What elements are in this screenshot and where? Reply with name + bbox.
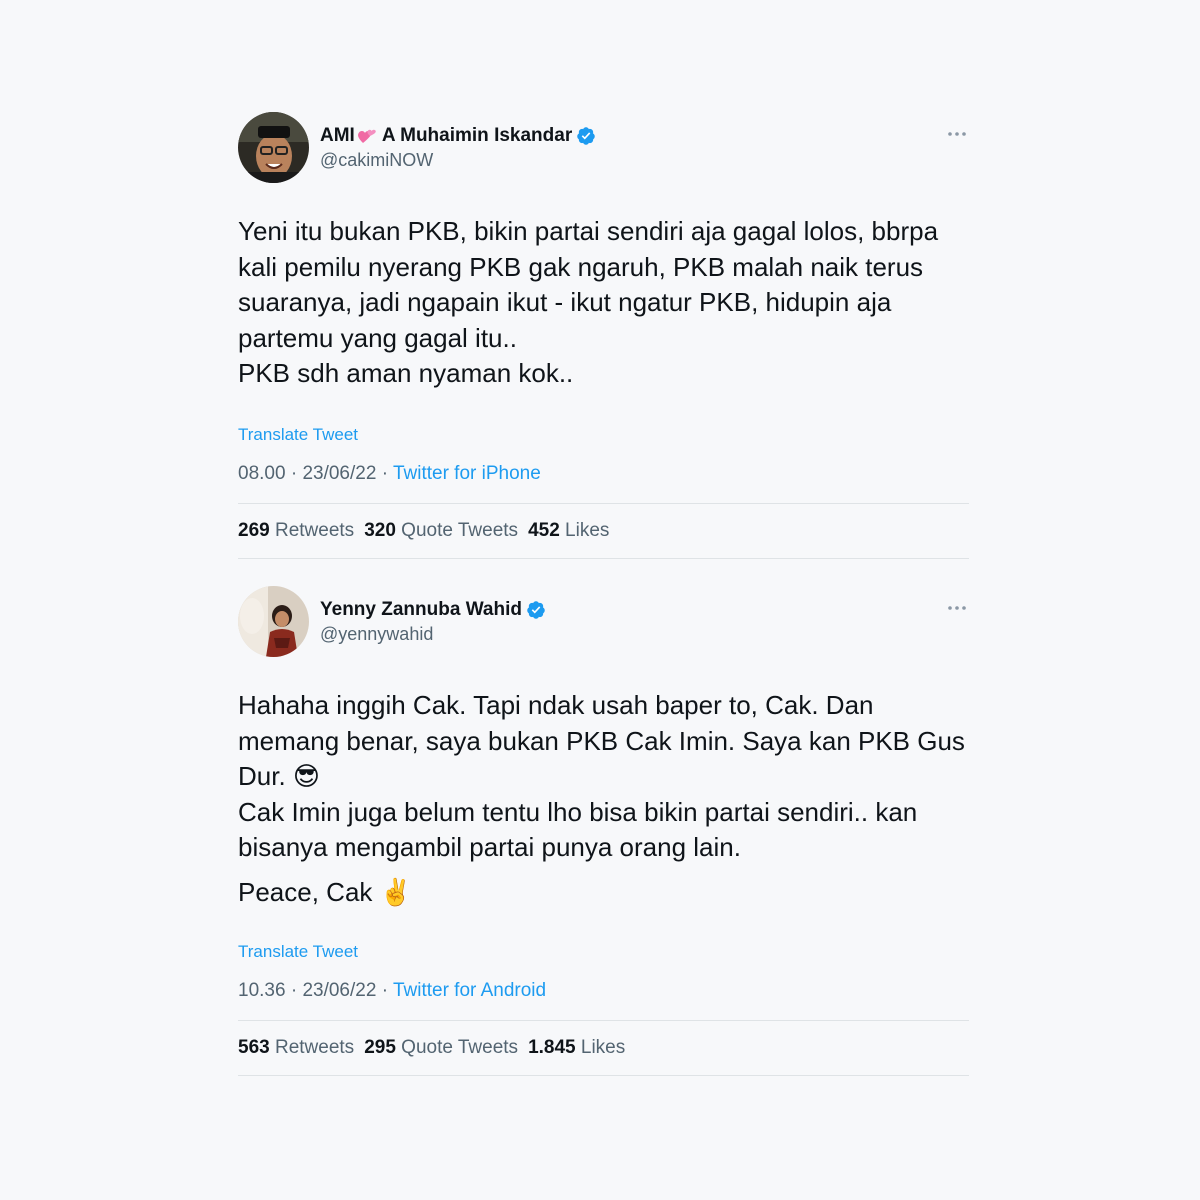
quote-tweets-count: 295 [364,1037,396,1058]
tweet-date[interactable]: 23/06/22 [302,463,376,484]
retweets-label: Retweets [274,1037,355,1058]
more-dots-icon[interactable] [947,130,967,138]
tweet-header: Yenny Zannuba Wahid @yennywahid [238,586,969,658]
retweets-stat[interactable]: 563 Retweets [238,1037,354,1059]
tweet-text-line: Cak Imin juga belum tentu lho bisa bikin… [238,796,918,863]
likes-count: 452 [528,519,560,541]
meta-separator: · [290,462,303,484]
divider [238,557,969,559]
tweet-2: Yenny Zannuba Wahid @yennywahid Hahaha i… [238,586,969,1076]
retweets-stat[interactable]: 269 Retweets [238,520,354,542]
sunglasses-emoji-icon: 😎 [292,761,321,791]
tweet-header: AMI A Muhaimin Iskandar @cakimiNOW [238,112,969,184]
victory-hand-emoji-icon: ✌️ [379,876,413,907]
quote-tweets-stat[interactable]: 320 Quote Tweets [364,520,518,542]
display-name-rest: A Muhaimin Iskandar [381,125,573,146]
verified-badge-icon [577,127,595,145]
avatar[interactable] [238,586,309,657]
tweet-text: Yeni itu bukan PKB, bikin partai sendiri… [238,214,969,392]
tweet-meta: 08.00 · 23/06/22 · Twitter for iPhone [238,462,969,486]
tweet-time[interactable]: 10.36 [238,980,286,1001]
display-name-text: AMI [320,125,355,146]
display-name[interactable]: AMI A Muhaimin Iskandar [320,124,596,148]
likes-stat[interactable]: 452 Likes [528,520,609,542]
meta-separator: · [381,462,393,484]
quote-tweets-label: Quote Tweets [401,1037,519,1058]
retweets-count: 563 [238,1037,270,1058]
tweet-source-link[interactable]: Twitter for iPhone [393,463,541,484]
two-hearts-emoji-icon [357,129,376,143]
display-name[interactable]: Yenny Zannuba Wahid [320,598,546,622]
tweet-text-line: Hahaha inggih Cak. Tapi ndak usah baper … [238,688,969,795]
divider [238,1075,969,1076]
likes-label: Likes [580,1037,626,1058]
quote-tweets-label: Quote Tweets [401,519,519,541]
avatar-image [238,586,309,657]
tweet-text-part: Hahaha inggih Cak. Tapi ndak usah baper … [238,690,965,791]
tweet-text-line: Yeni itu bukan PKB, bikin partai sendiri… [238,216,939,353]
meta-separator: · [381,980,393,1001]
tweet-text-line: Peace, Cak ✌️ [238,875,969,911]
translate-tweet-link[interactable]: Translate Tweet [238,425,358,445]
handle[interactable]: @yennywahid [320,622,546,646]
quote-tweets-stat[interactable]: 295 Quote Tweets [364,1037,518,1059]
handle[interactable]: @cakimiNOW [320,148,596,172]
likes-count: 1.845 [528,1037,576,1058]
tweet-text-part: Peace, Cak [238,876,373,907]
tweet-text: Hahaha inggih Cak. Tapi ndak usah baper … [238,688,969,910]
tweet-stats: 269 Retweets 320 Quote Tweets 452 Likes [238,504,969,558]
more-dots-icon[interactable] [947,604,967,612]
page: AMI A Muhaimin Iskandar @cakimiNOW Yeni … [0,0,1200,1200]
tweet-meta: 10.36 · 23/06/22 · Twitter for Android [238,979,969,1003]
tweet-1: AMI A Muhaimin Iskandar @cakimiNOW Yeni … [238,112,969,559]
tweet-time[interactable]: 08.00 [238,463,286,484]
tweet-date[interactable]: 23/06/22 [302,980,376,1001]
tweet-source-link[interactable]: Twitter for Android [393,980,546,1001]
tweet-text-line: PKB sdh aman nyaman kok.. [238,358,574,388]
likes-stat[interactable]: 1.845 Likes [528,1037,625,1059]
author-names: Yenny Zannuba Wahid @yennywahid [320,598,546,646]
translate-tweet-link[interactable]: Translate Tweet [238,942,358,962]
display-name-text: Yenny Zannuba Wahid [320,599,522,620]
likes-label: Likes [565,519,610,541]
tweet-stats: 563 Retweets 295 Quote Tweets 1.845 Like… [238,1021,969,1075]
avatar[interactable] [238,112,309,183]
author-names: AMI A Muhaimin Iskandar @cakimiNOW [320,124,596,172]
quote-tweets-count: 320 [364,519,396,541]
retweets-count: 269 [238,519,270,541]
verified-badge-icon [527,601,545,619]
meta-separator: · [290,980,303,1001]
avatar-image [238,112,309,183]
retweets-label: Retweets [274,519,355,541]
